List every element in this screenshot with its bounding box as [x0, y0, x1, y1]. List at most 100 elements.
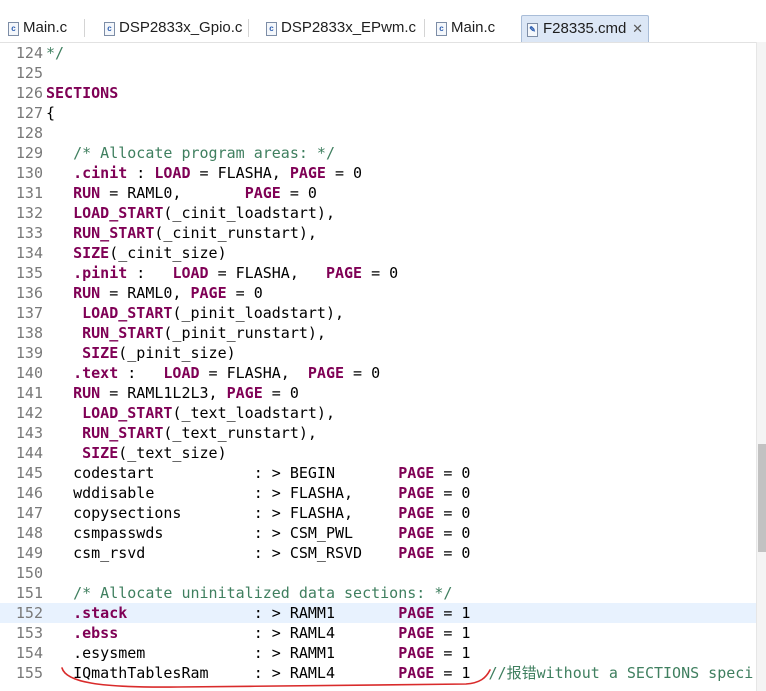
vertical-scrollbar[interactable] — [756, 42, 766, 691]
line-number: 138 — [15, 324, 43, 342]
keyword-token: LOAD_START — [82, 304, 173, 322]
code-line[interactable]: 152 .stack : > RAMM1 PAGE = 1 — [0, 603, 756, 623]
code-line[interactable]: 127{ — [0, 103, 756, 123]
tab-main-c[interactable]: c Main.c — [8, 15, 76, 41]
code-token: .esysmem : > RAMM1 — [46, 644, 399, 662]
code-line[interactable]: 150 — [0, 563, 756, 583]
keyword-token: .pinit — [73, 264, 128, 282]
line-number: 143 — [15, 424, 43, 442]
line-number: 141 — [15, 384, 43, 402]
code-editor[interactable]: 124 */125 126 SECTIONS 127{128 129 /* Allocat… — [0, 42, 756, 691]
cmd-file-icon: ✎ — [527, 23, 538, 37]
code-line[interactable]: 124 */ — [0, 43, 756, 63]
code-line[interactable]: 137 LOAD_START(_pinit_loadstart), — [0, 303, 756, 323]
keyword-token: .cinit — [73, 164, 128, 182]
code-token: : > RAML4 — [118, 624, 399, 642]
close-icon[interactable]: ✕ — [632, 16, 643, 42]
line-number: 127 — [15, 104, 43, 122]
code-line[interactable]: 136 RUN = RAML0, PAGE = 0 — [0, 283, 756, 303]
code-line[interactable]: 149 csm_rsvd : > CSM_RSVD PAGE = 0 — [0, 543, 756, 563]
code-text: RUN = RAML0, PAGE = 0 — [46, 183, 317, 203]
code-line[interactable]: 131 RUN = RAML0, PAGE = 0 — [0, 183, 756, 203]
code-line[interactable]: 130 .cinit : LOAD = FLASHA, PAGE = 0 — [0, 163, 756, 183]
tab-dsp2833x-epwm-c[interactable]: c DSP2833x_EPwm.c — [266, 15, 418, 41]
code-token: = 0 — [434, 484, 471, 502]
line-number: 145 — [15, 464, 43, 482]
code-line[interactable]: 140 .text : LOAD = FLASHA, PAGE = 0 — [0, 363, 756, 383]
scrollbar-thumb[interactable] — [758, 444, 766, 552]
code-line[interactable]: 147 copysections : > FLASHA, PAGE = 0 — [0, 503, 756, 523]
code-line[interactable]: 133 RUN_START(_cinit_runstart), — [0, 223, 756, 243]
code-token: (_cinit_size) — [109, 244, 227, 262]
tab-separator — [424, 19, 425, 37]
code-token: : — [127, 164, 155, 182]
line-number: 126 — [15, 84, 43, 102]
code-token: : — [127, 264, 173, 282]
keyword-token: LOAD_START — [82, 404, 173, 422]
code-token: copysections : > FLASHA, — [46, 504, 399, 522]
code-text: LOAD_START(_cinit_loadstart), — [46, 203, 335, 223]
code-token: = 1 — [434, 664, 489, 682]
code-text: SIZE(_text_size) — [46, 443, 227, 463]
code-line[interactable]: 129 /* Allocate program areas: */ — [0, 143, 756, 163]
code-token: : > RAMM1 — [127, 604, 399, 622]
keyword-token: LOAD — [154, 164, 191, 182]
code-text: RUN = RAML1L2L3, PAGE = 0 — [46, 383, 299, 403]
code-text: .esysmem : > RAMM1 PAGE = 1 — [46, 643, 470, 663]
code-token: (_pinit_loadstart), — [172, 304, 345, 322]
code-line[interactable]: 155 IQmathTablesRam : > RAML4 PAGE = 1 /… — [0, 663, 756, 683]
code-text: .stack : > RAMM1 PAGE = 1 — [46, 603, 470, 623]
code-line[interactable]: 128 — [0, 123, 756, 143]
code-text: RUN_START(_text_runstart), — [46, 423, 317, 443]
code-token: (_pinit_runstart), — [163, 324, 326, 342]
code-text: LOAD_START(_pinit_loadstart), — [46, 303, 344, 323]
keyword-token: PAGE — [398, 504, 435, 522]
code-line[interactable]: 148 csmpasswds : > CSM_PWL PAGE = 0 — [0, 523, 756, 543]
code-token: (_text_runstart), — [163, 424, 317, 442]
line-number: 139 — [15, 344, 43, 362]
code-line[interactable]: 146 wddisable : > FLASHA, PAGE = 0 — [0, 483, 756, 503]
code-line[interactable]: 144 SIZE(_text_size) — [0, 443, 756, 463]
line-number: 130 — [15, 164, 43, 182]
code-line[interactable]: 153 .ebss : > RAML4 PAGE = 1 — [0, 623, 756, 643]
line-number: 128 — [15, 124, 43, 142]
code-line[interactable]: 151 /* Allocate uninitalized data sectio… — [0, 583, 756, 603]
code-text: wddisable : > FLASHA, PAGE = 0 — [46, 483, 470, 503]
code-line[interactable]: 134 SIZE(_cinit_size) — [0, 243, 756, 263]
code-line[interactable]: 126 SECTIONS — [0, 83, 756, 103]
keyword-token: PAGE — [190, 284, 227, 302]
tab-f28335-cmd[interactable]: ✎ F28335.cmd ✕ — [521, 15, 649, 42]
code-token: csm_rsvd : > CSM_RSVD — [46, 544, 399, 562]
code-line[interactable]: 145 codestart : > BEGIN PAGE = 0 — [0, 463, 756, 483]
code-token: = RAML0, — [100, 184, 245, 202]
line-number: 142 — [15, 404, 43, 422]
code-text: /* Allocate program areas: */ — [46, 143, 335, 163]
code-text: SECTIONS — [46, 83, 118, 103]
keyword-token: LOAD — [172, 264, 209, 282]
keyword-token: RUN_START — [82, 424, 164, 442]
code-line[interactable]: 154 .esysmem : > RAMM1 PAGE = 1 — [0, 643, 756, 663]
code-line[interactable]: 125 — [0, 63, 756, 83]
code-line[interactable]: 135 .pinit : LOAD = FLASHA, PAGE = 0 — [0, 263, 756, 283]
code-line[interactable]: 143 RUN_START(_text_runstart), — [0, 423, 756, 443]
code-line[interactable]: 138 RUN_START(_pinit_runstart), — [0, 323, 756, 343]
tab-dsp2833x-gpio-c[interactable]: c DSP2833x_Gpio.c — [104, 15, 244, 41]
code-text: SIZE(_cinit_size) — [46, 243, 227, 263]
code-line[interactable]: 142 LOAD_START(_text_loadstart), — [0, 403, 756, 423]
comment-token: */ — [46, 44, 65, 62]
line-number: 125 — [15, 64, 43, 82]
code-line[interactable]: 139 SIZE(_pinit_size) — [0, 343, 756, 363]
code-text: SIZE(_pinit_size) — [46, 343, 236, 363]
tab-main-c-2[interactable]: c Main.c — [436, 15, 504, 41]
code-line[interactable]: 132 LOAD_START(_cinit_loadstart), — [0, 203, 756, 223]
keyword-token: PAGE — [398, 464, 435, 482]
line-number: 140 — [15, 364, 43, 382]
code-line[interactable]: 141 RUN = RAML1L2L3, PAGE = 0 — [0, 383, 756, 403]
